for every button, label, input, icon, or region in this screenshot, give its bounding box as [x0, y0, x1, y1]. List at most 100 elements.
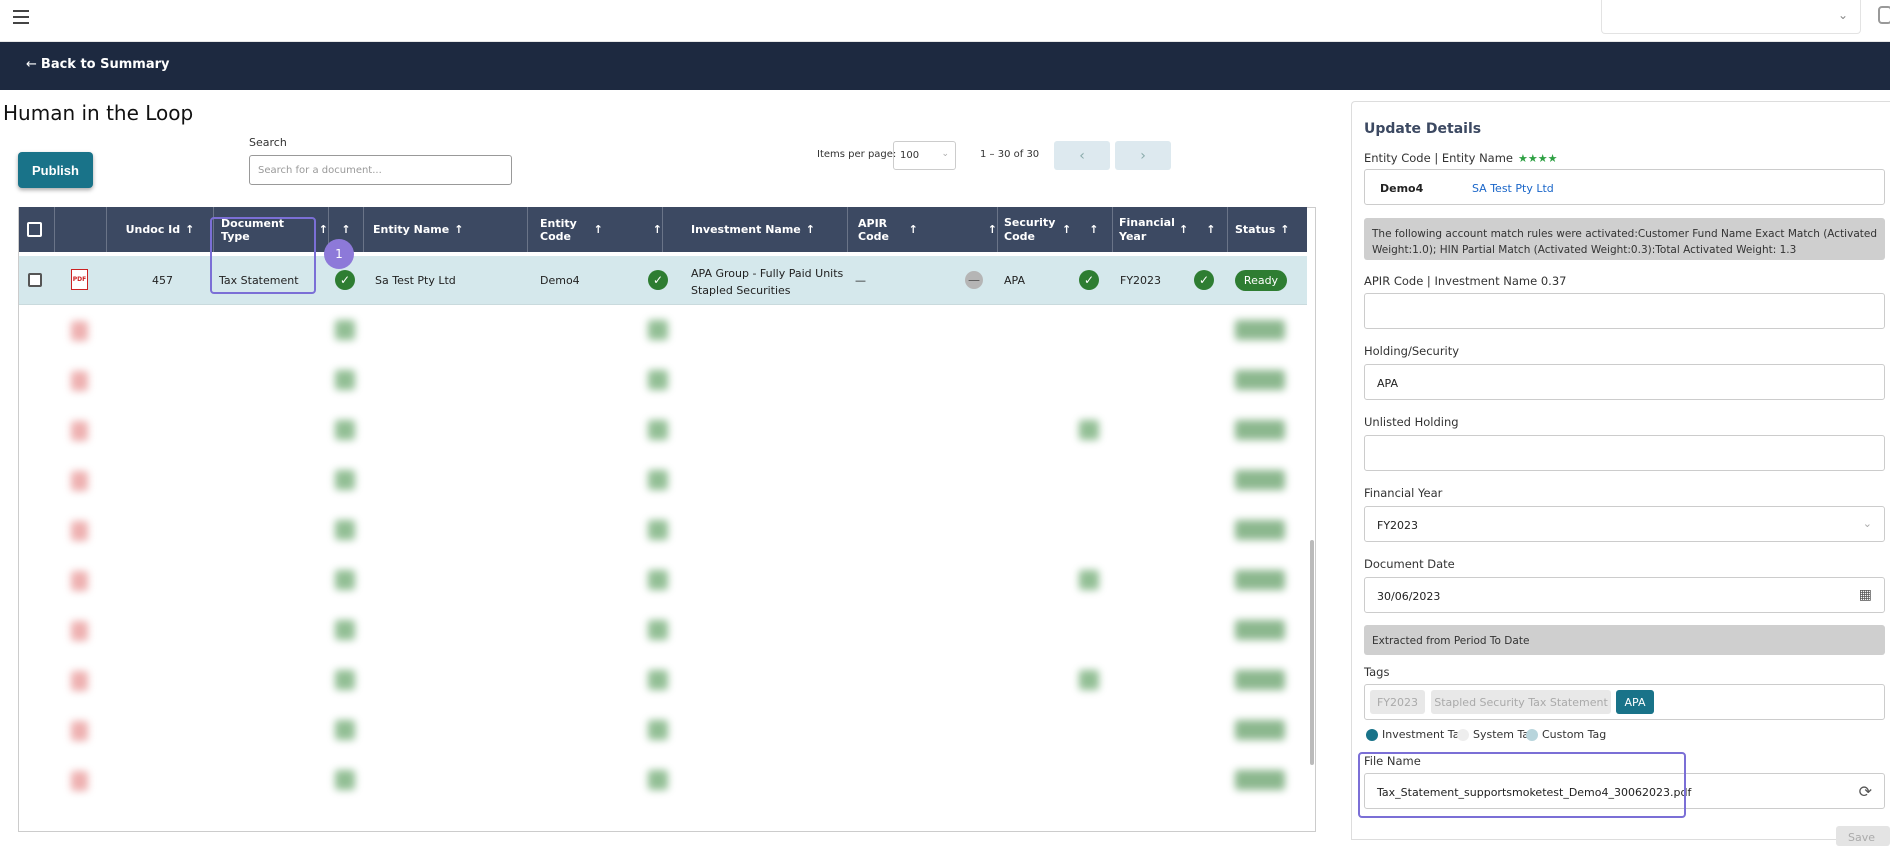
cell-entity-name: Sa Test Pty Ltd: [375, 274, 456, 287]
chevron-left-icon: ‹: [1079, 147, 1085, 164]
sort-arrow-icon: ↑: [1280, 223, 1290, 236]
tag-chip[interactable]: FY2023: [1370, 690, 1425, 714]
next-page-button[interactable]: ›: [1115, 141, 1171, 170]
sort-arrow-icon: ↑: [593, 223, 603, 236]
header-security-code[interactable]: Security Code ↑ ↑: [998, 207, 1113, 252]
financial-year-select[interactable]: FY2023 ⌄: [1364, 506, 1885, 542]
legend-dot-icon: [1457, 728, 1469, 741]
search-label: Search: [249, 136, 287, 149]
arrow-left-icon: ←: [26, 57, 37, 72]
header-status[interactable]: Status ↑: [1228, 207, 1307, 252]
hamburger-menu-icon[interactable]: [13, 10, 29, 24]
legend-dot-icon: [1366, 728, 1378, 741]
header-entity-code[interactable]: Entity Code ↑ ↑: [528, 207, 663, 252]
sort-arrow-icon: ↑: [805, 223, 815, 236]
holding-input[interactable]: APA: [1364, 364, 1885, 400]
table-scrollbar[interactable]: [1310, 540, 1314, 765]
items-per-page-value: 100: [900, 150, 920, 161]
header-apir-code[interactable]: APIR Code ↑ ↑: [848, 207, 998, 252]
apir-input[interactable]: [1364, 293, 1885, 329]
cell-security-code: APA: [1004, 274, 1025, 287]
entity-name-link[interactable]: SA Test Pty Ltd: [1472, 182, 1554, 195]
header-investment-name[interactable]: Investment Name ↑: [683, 207, 848, 252]
panel-title: Update Details: [1364, 121, 1482, 137]
sort-arrow-icon: ↑: [987, 223, 997, 236]
back-label: Back to Summary: [40, 57, 170, 72]
app-icon[interactable]: [1878, 6, 1890, 24]
minus-circle-icon: —: [965, 271, 983, 289]
cell-undoc-id: 457: [152, 274, 173, 287]
sort-arrow-icon: ↑: [652, 223, 662, 236]
sort-arrow-icon: ↑: [185, 223, 195, 236]
search-input[interactable]: Search for a document...: [249, 155, 512, 185]
check-circle-icon: ✓: [1194, 270, 1214, 290]
sort-arrow-icon: ↑: [1206, 223, 1216, 236]
chevron-right-icon: ›: [1140, 147, 1146, 164]
refresh-icon[interactable]: ⟳: [1859, 782, 1872, 801]
items-per-page-label: Items per page:: [817, 149, 897, 160]
document-date-input[interactable]: 30/06/2023 ▦: [1364, 577, 1885, 613]
chevron-down-icon: ⌄: [1862, 517, 1872, 530]
pdf-file-icon[interactable]: PDF: [71, 269, 88, 290]
page-title: Human in the Loop: [3, 101, 194, 125]
financial-year-label: Financial Year: [1364, 486, 1443, 500]
select-all-checkbox[interactable]: [27, 222, 42, 237]
tag-chip[interactable]: Stapled Security Tax Statement: [1431, 690, 1611, 714]
sort-arrow-icon: ↑: [1089, 223, 1099, 236]
entity-field[interactable]: Demo4 SA Test Pty Ltd: [1364, 169, 1885, 205]
sort-arrow-icon: ↑: [454, 223, 464, 236]
star-rating-icon: ★★★★: [1518, 152, 1558, 165]
save-button[interactable]: Save: [1836, 826, 1890, 846]
publish-button[interactable]: Publish: [18, 152, 93, 188]
financial-year-value: FY2023: [1377, 519, 1419, 532]
top-bar: ⌄: [0, 0, 1890, 42]
match-rules-info: The following account match rules were a…: [1364, 218, 1885, 260]
unlisted-input[interactable]: [1364, 435, 1885, 471]
tags-label: Tags: [1364, 665, 1390, 679]
legend-custom-tag: Custom Tag: [1526, 728, 1606, 741]
sort-arrow-icon: ↑: [318, 223, 328, 236]
header-financial-year[interactable]: Financial Year ↑ ↑: [1113, 207, 1228, 252]
holding-value: APA: [1377, 377, 1398, 390]
sort-arrow-icon: ↑: [1062, 223, 1072, 236]
blurred-rows: [19, 306, 1307, 806]
cell-apir-code: —: [855, 274, 866, 287]
prev-page-button[interactable]: ‹: [1054, 141, 1110, 170]
top-select[interactable]: ⌄: [1601, 0, 1861, 34]
check-circle-icon: ✓: [1079, 270, 1099, 290]
extracted-note: Extracted from Period To Date: [1364, 625, 1885, 655]
sort-arrow-icon: ↑: [1179, 223, 1189, 236]
cell-investment-name: APA Group - Fully Paid Units Stapled Secu…: [691, 267, 844, 297]
header-undoc-id[interactable]: Undoc Id ↑: [107, 207, 214, 252]
highlight-document-type: [210, 217, 316, 294]
sort-arrow-icon: ↑: [341, 223, 351, 236]
status-badge: Ready: [1235, 270, 1287, 291]
cell-entity-code: Demo4: [540, 274, 580, 287]
header-entity-name[interactable]: Entity Name ↑: [364, 207, 528, 252]
pagination-range: 1 – 30 of 30: [980, 149, 1040, 160]
document-date-label: Document Date: [1364, 557, 1455, 571]
sort-arrow-icon: ↑: [908, 223, 918, 236]
holding-label: Holding/Security: [1364, 344, 1460, 358]
calendar-icon[interactable]: ▦: [1859, 587, 1872, 603]
highlight-file-name: [1358, 752, 1686, 818]
chevron-down-icon: ⌄: [941, 149, 949, 159]
document-date-value: 30/06/2023: [1377, 590, 1441, 603]
row-checkbox[interactable]: [28, 273, 42, 287]
header-select-all[interactable]: [19, 207, 55, 252]
tag-chip[interactable]: APA: [1616, 690, 1654, 714]
step-badge: 1: [324, 239, 354, 269]
apir-label: APIR Code | Investment Name 0.37: [1364, 274, 1567, 288]
check-circle-icon: ✓: [648, 270, 668, 290]
check-circle-icon: ✓: [335, 270, 355, 290]
back-to-summary-link[interactable]: ← Back to Summary: [26, 57, 170, 72]
chevron-down-icon: ⌄: [1837, 8, 1848, 22]
navbar: ← Back to Summary: [0, 42, 1890, 90]
cell-financial-year: FY2023: [1120, 274, 1162, 287]
legend-system-tag: System Tag: [1457, 728, 1536, 741]
legend-investment-tag: Investment Tag: [1366, 728, 1466, 741]
items-per-page-select[interactable]: 100 ⌄: [893, 141, 956, 170]
entity-label: Entity Code | Entity Name ★★★★: [1364, 151, 1558, 165]
entity-code-value: Demo4: [1380, 182, 1424, 195]
legend-dot-icon: [1526, 728, 1538, 741]
